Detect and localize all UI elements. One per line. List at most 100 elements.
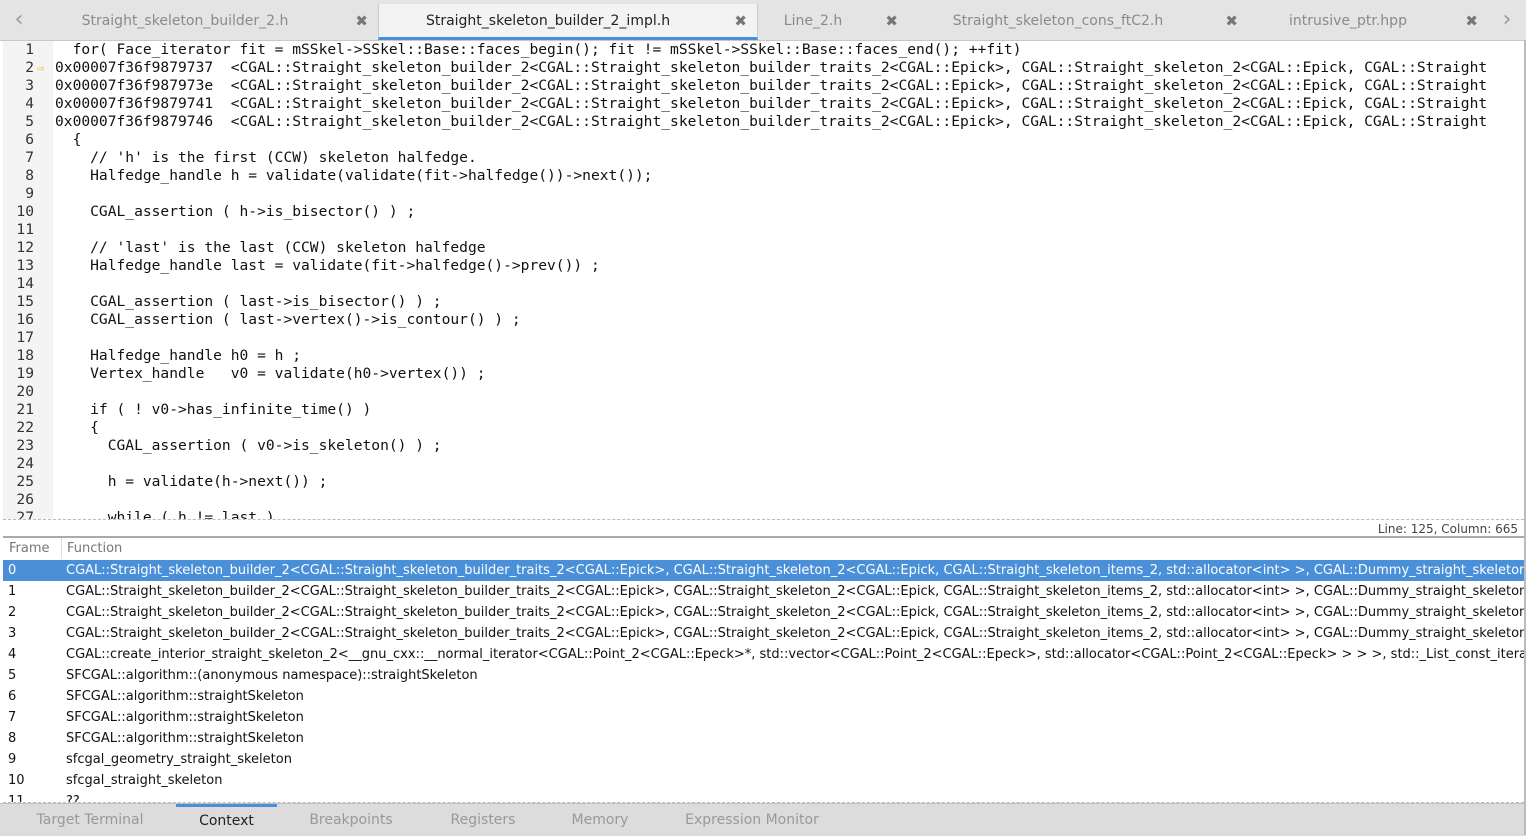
function-name: CGAL::Straight_skeleton_builder_2<CGAL::…	[66, 584, 1524, 599]
code-line: 18 Halfedge_handle h0 = h ;	[3, 347, 1524, 365]
code-line: 26	[3, 491, 1524, 509]
code-text: Vertex_handle v0 = validate(h0->vertex()…	[55, 365, 486, 382]
code-line: 25 h = validate(h->next()) ;	[3, 473, 1524, 491]
frame-number: 5	[8, 668, 17, 683]
tab-intrusive-ptr-hpp[interactable]: intrusive_ptr.hpp ✖	[1248, 4, 1488, 40]
code-line: 11	[3, 221, 1524, 239]
table-row[interactable]: 10 sfcgal_straight_skeleton	[3, 770, 1524, 791]
close-icon[interactable]: ✖	[1225, 4, 1238, 38]
code-line: 6 {	[3, 131, 1524, 149]
file-tab-bar: ‹ Straight_skeleton_builder_2.h ✖ Straight…	[0, 0, 1526, 41]
code-line: 4 0x00007f36f9879741 <CGAL::Straight_skel…	[3, 95, 1524, 113]
line-number: 13	[16, 257, 34, 274]
code-text: CGAL_assertion ( last->is_bisector() ) ;	[55, 293, 442, 310]
code-line: 20	[3, 383, 1524, 401]
frame-number: 2	[8, 605, 17, 620]
table-row[interactable]: 6 SFCGAL::algorithm::straightSkeleton	[3, 686, 1524, 707]
tab-straight-skeleton-cons-ftc2-h[interactable]: Straight_skeleton_cons_ftC2.h ✖	[908, 4, 1248, 40]
code-text: CGAL_assertion ( v0->is_skeleton() ) ;	[55, 437, 442, 454]
code-text: CGAL_assertion ( last->vertex()->is_cont…	[55, 311, 521, 328]
line-number: 15	[16, 293, 34, 310]
line-number: 26	[16, 491, 34, 508]
tab-registers[interactable]: Registers	[428, 804, 538, 836]
table-row[interactable]: 0 CGAL::Straight_skeleton_builder_2<CGAL:…	[3, 560, 1524, 581]
line-number: 19	[16, 365, 34, 382]
line-number: 9	[25, 185, 34, 202]
table-row[interactable]: 4 CGAL::create_interior_straight_skeleton…	[3, 644, 1524, 665]
code-line: 22 {	[3, 419, 1524, 437]
code-text: // 'last' is the last (CCW) skeleton hal…	[55, 239, 486, 256]
code-line: 19 Vertex_handle v0 = validate(h0->verte…	[3, 365, 1524, 383]
table-row[interactable]: 8 SFCGAL::algorithm::straightSkeleton	[3, 728, 1524, 749]
table-row[interactable]: 1 CGAL::Straight_skeleton_builder_2<CGAL:…	[3, 581, 1524, 602]
table-row[interactable]: 5 SFCGAL::algorithm::(anonymous namespace…	[3, 665, 1524, 686]
code-line: 5 0x00007f36f9879746 <CGAL::Straight_skel…	[3, 113, 1524, 131]
code-text: Halfedge_handle h = validate(validate(fi…	[55, 167, 653, 184]
line-number: 10	[16, 203, 34, 220]
function-name: CGAL::Straight_skeleton_builder_2<CGAL::…	[66, 605, 1524, 620]
function-name: CGAL::Straight_skeleton_builder_2<CGAL::…	[66, 626, 1524, 641]
line-number: 11	[16, 221, 34, 238]
line-number: 18	[16, 347, 34, 364]
column-header-frame[interactable]: Frame	[9, 538, 50, 559]
tab-label: Straight_skeleton_cons_ftC2.h	[952, 13, 1164, 29]
line-number: 14	[16, 275, 34, 292]
code-text: {	[55, 131, 82, 148]
tab-expression-monitor[interactable]: Expression Monitor	[664, 804, 840, 836]
code-line: 7 // 'h' is the first (CCW) skeleton hal…	[3, 149, 1524, 167]
frame-number: 3	[8, 626, 17, 641]
tab-context[interactable]: Context	[176, 804, 277, 839]
tab-breakpoints[interactable]: Breakpoints	[290, 804, 412, 836]
table-row[interactable]: 7 SFCGAL::algorithm::straightSkeleton	[3, 707, 1524, 728]
code-text: CGAL_assertion ( h->is_bisector() ) ;	[55, 203, 416, 220]
frame-number: 7	[8, 710, 17, 725]
close-icon[interactable]: ✖	[355, 4, 368, 38]
line-number: 21	[16, 401, 34, 418]
tab-label: intrusive_ptr.hpp	[1289, 13, 1407, 29]
function-name: SFCGAL::algorithm::straightSkeleton	[66, 689, 304, 704]
close-icon[interactable]: ✖	[734, 4, 747, 38]
code-text: Halfedge_handle last = validate(fit->hal…	[55, 257, 600, 274]
code-text: if ( ! v0->has_infinite_time() )	[55, 401, 372, 418]
code-line: 23 CGAL_assertion ( v0->is_skeleton() ) …	[3, 437, 1524, 455]
line-number: 12	[16, 239, 34, 256]
code-line: 10 CGAL_assertion ( h->is_bisector() ) ;	[3, 203, 1524, 221]
table-row[interactable]: 11??	[3, 791, 1524, 802]
tab-line-2-h[interactable]: Line_2.h ✖	[758, 4, 908, 40]
code-text: 0x00007f36f9879737 <CGAL::Straight_skele…	[55, 59, 1488, 76]
code-text: while ( h != last )	[55, 509, 275, 520]
status-bar: Line: 125, Column: 665	[3, 520, 1524, 538]
line-number: 22	[16, 419, 34, 436]
code-text: Halfedge_handle h0 = h ;	[55, 347, 302, 364]
frame-number: 1	[8, 584, 17, 599]
line-number: 2	[25, 59, 34, 76]
code-text: 0x00007f36f987973e <CGAL::Straight_skele…	[55, 77, 1488, 94]
close-icon[interactable]: ✖	[1465, 4, 1478, 38]
table-row[interactable]: 3 CGAL::Straight_skeleton_builder_2<CGAL:…	[3, 623, 1524, 644]
table-row[interactable]: 9 sfcgal_geometry_straight_skeleton	[3, 749, 1524, 770]
tab-memory[interactable]: Memory	[552, 804, 648, 836]
chevron-left-icon[interactable]: ‹	[4, 0, 34, 40]
code-line: 14	[3, 275, 1524, 293]
code-text: for( Face_iterator fit = mSSkel->SSkel::…	[55, 41, 1022, 58]
table-row[interactable]: 2 CGAL::Straight_skeleton_builder_2<CGAL:…	[3, 602, 1524, 623]
code-line: 3 0x00007f36f987973e <CGAL::Straight_skel…	[3, 77, 1524, 95]
code-line: 17	[3, 329, 1524, 347]
code-line: 24	[3, 455, 1524, 473]
chevron-right-icon[interactable]: ›	[1492, 0, 1522, 40]
column-header-function[interactable]: Function	[67, 538, 122, 559]
close-icon[interactable]: ✖	[885, 4, 898, 38]
code-text: h = validate(h->next()) ;	[55, 473, 328, 490]
function-name: SFCGAL::algorithm::straightSkeleton	[66, 731, 304, 746]
function-name: SFCGAL::algorithm::(anonymous namespace)…	[66, 668, 478, 683]
function-name: CGAL::create_interior_straight_skeleton_…	[66, 647, 1524, 662]
code-editor[interactable]: 1 for( Face_iterator fit = mSSkel->SSkel…	[3, 41, 1524, 520]
line-number: 5	[25, 113, 34, 130]
frame-number: 10	[8, 773, 25, 788]
code-line: 9	[3, 185, 1524, 203]
tab-target-terminal[interactable]: Target Terminal	[20, 804, 160, 836]
function-name: SFCGAL::algorithm::straightSkeleton	[66, 710, 304, 725]
line-number: 6	[25, 131, 34, 148]
tab-straight-skeleton-builder-2-impl-h[interactable]: Straight_skeleton_builder_2_impl.h ✖	[378, 4, 758, 40]
tab-straight-skeleton-builder-2-h[interactable]: Straight_skeleton_builder_2.h ✖	[32, 4, 378, 40]
